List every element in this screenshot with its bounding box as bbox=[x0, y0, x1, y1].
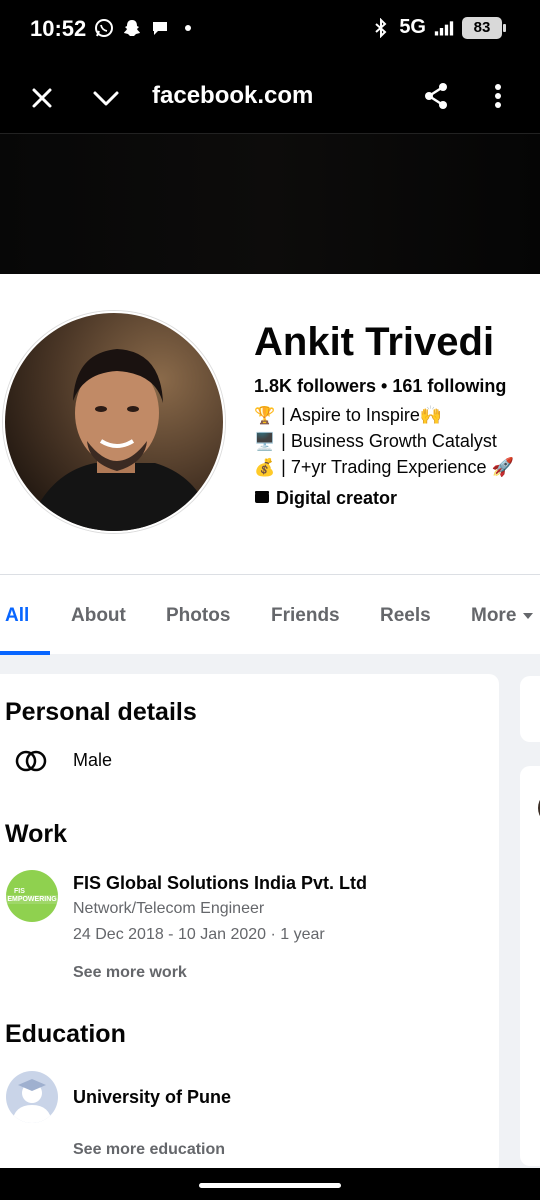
logo-text-top: FIS bbox=[14, 888, 25, 895]
tab-about[interactable]: About bbox=[71, 605, 126, 627]
job-title: Network/Telecom Engineer bbox=[73, 900, 265, 917]
see-more-work-link[interactable]: See more work bbox=[73, 964, 187, 982]
bio-line: 🏆 | Aspire to Inspire🙌 bbox=[254, 405, 442, 426]
url-bar[interactable]: facebook.com bbox=[152, 82, 313, 110]
profile-header: Ankit Trivedi 1.8K followers • 161 follo… bbox=[0, 274, 540, 574]
tab-more[interactable]: More bbox=[471, 605, 534, 627]
company-name[interactable]: FIS Global Solutions India Pvt. Ltd bbox=[73, 873, 367, 894]
bio-text: | 7+yr Trading Experience 🚀 bbox=[281, 457, 514, 477]
side-avatar-fragment bbox=[538, 799, 540, 817]
work-heading: Work bbox=[5, 820, 68, 848]
gesture-navigation-area bbox=[0, 1168, 540, 1200]
clapperboard-icon bbox=[254, 488, 270, 509]
status-bar: 10:52 5G 83 bbox=[0, 0, 540, 62]
browser-toolbar: facebook.com bbox=[0, 62, 540, 134]
side-card[interactable] bbox=[520, 766, 540, 1166]
job-dates: 24 Dec 2018 - 10 Jan 2020 · 1 year bbox=[73, 926, 325, 943]
tab-all[interactable]: All bbox=[5, 605, 29, 627]
trophy-icon: 🏆 bbox=[254, 405, 276, 426]
tab-friends[interactable]: Friends bbox=[271, 605, 340, 627]
education-heading: Education bbox=[5, 1020, 126, 1048]
cover-photo[interactable] bbox=[0, 134, 540, 274]
chevron-down-icon[interactable] bbox=[90, 82, 122, 114]
status-time: 10:52 bbox=[30, 16, 87, 41]
more-vertical-icon[interactable] bbox=[484, 80, 512, 112]
signal-icon bbox=[434, 18, 454, 38]
school-icon[interactable] bbox=[6, 1071, 58, 1123]
bio-line: 💰 | 7+yr Trading Experience 🚀 bbox=[254, 457, 514, 478]
desktop-computer-icon: 🖥️ bbox=[254, 431, 276, 452]
profile-avatar[interactable] bbox=[3, 311, 225, 533]
money-bag-icon: 💰 bbox=[254, 457, 276, 478]
chat-bubble-icon bbox=[150, 18, 170, 38]
network-type: 5G bbox=[399, 16, 426, 38]
tab-more-label: More bbox=[471, 605, 517, 626]
category-label: Digital creator bbox=[276, 488, 398, 508]
bio-text: | Business Growth Catalyst bbox=[281, 431, 497, 451]
profile-name: Ankit Trivedi bbox=[254, 320, 495, 364]
follower-stats[interactable]: 1.8K followers • 161 following bbox=[254, 376, 506, 397]
gender-icon bbox=[14, 749, 48, 773]
dot-icon bbox=[178, 18, 198, 38]
whatsapp-icon bbox=[94, 18, 114, 38]
personal-details-heading: Personal details bbox=[5, 698, 197, 726]
company-logo[interactable]: FIS EMPOWERING bbox=[5, 870, 59, 922]
gender-value: Male bbox=[73, 750, 113, 770]
close-icon[interactable] bbox=[26, 82, 58, 114]
bluetooth-icon bbox=[371, 17, 391, 38]
notification-icons bbox=[94, 18, 198, 38]
logo-text-mid: EMPOWERING bbox=[5, 895, 59, 904]
profile-category: Digital creator bbox=[254, 488, 397, 509]
battery-indicator: 83 bbox=[462, 16, 506, 39]
home-gesture-handle[interactable] bbox=[199, 1183, 341, 1188]
share-icon[interactable] bbox=[420, 80, 452, 112]
tab-reels[interactable]: Reels bbox=[380, 605, 431, 627]
side-card[interactable] bbox=[520, 676, 540, 742]
caret-down-icon bbox=[523, 613, 534, 619]
bio-text: | Aspire to Inspire🙌 bbox=[281, 405, 443, 425]
school-name[interactable]: University of Pune bbox=[73, 1087, 231, 1108]
tab-photos[interactable]: Photos bbox=[166, 605, 230, 627]
see-more-education-link[interactable]: See more education bbox=[73, 1141, 225, 1159]
snapchat-icon bbox=[122, 18, 142, 38]
profile-tabs: All About Photos Friends Reels More bbox=[0, 574, 540, 655]
active-tab-indicator bbox=[0, 651, 50, 655]
system-indicators: 5G 83 bbox=[371, 16, 506, 39]
bio-line: 🖥️ | Business Growth Catalyst bbox=[254, 431, 497, 452]
